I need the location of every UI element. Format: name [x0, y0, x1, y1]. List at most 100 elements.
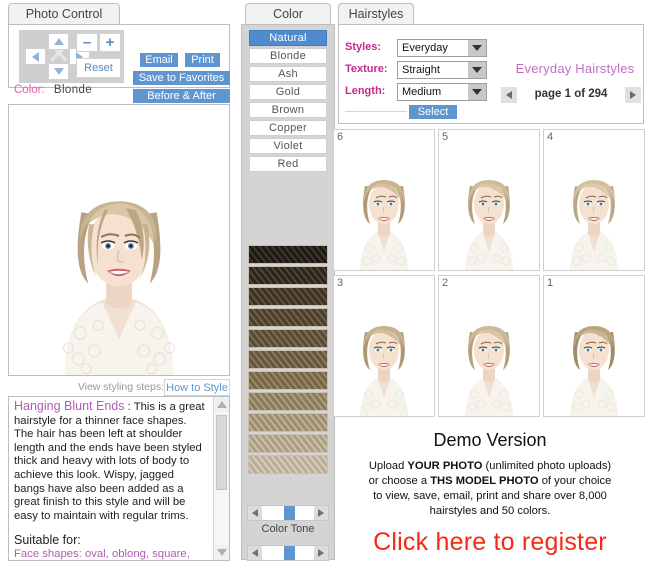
pagination: page 1 of 294 [501, 87, 641, 103]
thumbnail-number: 4 [547, 131, 553, 143]
hair-color-swatch-11[interactable] [248, 455, 328, 474]
styles-filter-select[interactable]: Everyday [397, 39, 487, 57]
hair-color-swatch-5[interactable] [248, 329, 328, 348]
color-category-label: Ash [278, 68, 298, 80]
styles-filter-value: Everyday [402, 42, 448, 54]
color-tone-track[interactable] [262, 506, 314, 520]
demo-line1-bold: YOUR PHOTO [407, 460, 482, 472]
tab-hairstyles[interactable]: Hairstyles [338, 3, 414, 24]
print-button[interactable]: Print [185, 53, 220, 67]
hairstyles-filter-panel: Styles: Everyday Texture: Straight Lengt… [338, 24, 644, 124]
tab-color-label: Color [273, 7, 303, 21]
styling-steps-bar: View styling steps: How to Style [8, 379, 230, 396]
pan-left-button[interactable] [25, 48, 46, 65]
demo-line1-post: (unlimited photo uploads) [482, 460, 611, 472]
hair-color-swatch-8[interactable] [248, 392, 328, 411]
scroll-down-icon[interactable] [214, 545, 229, 560]
pan-down-button[interactable] [48, 63, 69, 80]
description-scrollbar[interactable] [213, 397, 229, 560]
color-category-label: Natural [269, 32, 307, 44]
color-tone-thumb[interactable] [284, 506, 295, 520]
styles-filter-label: Styles: [345, 41, 395, 53]
color-category-violet[interactable]: Violet [249, 138, 327, 154]
demo-description: Upload YOUR PHOTO (unlimited photo uploa… [332, 459, 648, 519]
hair-color-swatch-1[interactable] [248, 245, 328, 264]
thumbnail-number: 5 [442, 131, 448, 143]
next-page-button[interactable] [625, 87, 641, 103]
chevron-down-icon[interactable] [468, 40, 486, 56]
hairstyle-thumbnail[interactable]: 5 [438, 129, 540, 271]
reset-button[interactable]: Reset [76, 58, 121, 78]
brightness-increase-icon[interactable] [314, 546, 328, 560]
category-title: Everyday Hairstyles [507, 61, 643, 76]
color-category-natural[interactable]: Natural [249, 30, 327, 46]
favorites-label: Save to Favorites [139, 72, 225, 84]
how-to-style-button[interactable]: How to Style [164, 379, 230, 396]
length-filter-label: Length: [345, 85, 395, 97]
hair-color-swatch-9[interactable] [248, 413, 328, 432]
color-tone-decrease-icon[interactable] [248, 506, 262, 520]
color-tone-increase-icon[interactable] [314, 506, 328, 520]
color-category-ash[interactable]: Ash [249, 66, 327, 82]
model-photo [9, 105, 229, 375]
length-filter-select[interactable]: Medium [397, 83, 487, 101]
tab-color[interactable]: Color [245, 3, 331, 24]
texture-filter-select[interactable]: Straight [397, 61, 487, 79]
scrollbar-thumb[interactable] [216, 415, 227, 490]
select-button[interactable]: Select [409, 105, 457, 119]
hair-color-swatch-6[interactable] [248, 350, 328, 369]
scroll-up-icon[interactable] [214, 397, 229, 412]
hairstyle-thumbnail[interactable]: 3 [333, 275, 435, 417]
style-description-title: Hanging Blunt Ends [14, 399, 125, 413]
hair-color-swatch-7[interactable] [248, 371, 328, 390]
thumbnail-number: 3 [337, 277, 343, 289]
chevron-down-icon[interactable] [468, 62, 486, 78]
photo-control-panel: ✕ – + Reset Email Print Save to Favorite… [8, 24, 230, 88]
color-category-brown[interactable]: Brown [249, 102, 327, 118]
demo-line2-pre: or choose a [369, 475, 431, 487]
previous-page-button[interactable] [501, 87, 517, 103]
color-category-list: Natural Blonde Ash Gold Brown Copper Violet Red [242, 30, 334, 174]
hairstyle-thumbnail[interactable]: 1 [543, 275, 645, 417]
color-category-blonde[interactable]: Blonde [249, 48, 327, 64]
color-category-copper[interactable]: Copper [249, 120, 327, 136]
texture-filter-value: Straight [402, 64, 440, 76]
tab-photo-control-label: Photo Control [26, 7, 102, 21]
hair-color-swatch-10[interactable] [248, 434, 328, 453]
style-description-body: This is a great hairstyle for a thinner … [14, 401, 205, 522]
color-category-gold[interactable]: Gold [249, 84, 327, 100]
hairstyle-thumbnail-grid: 65 4 3 2 1 [332, 129, 649, 421]
save-to-favorites-button[interactable]: Save to Favorites [133, 71, 230, 85]
current-color-value: Blonde [54, 84, 92, 96]
print-label: Print [191, 54, 214, 66]
brightness-thumb[interactable] [284, 546, 295, 560]
hairstyle-thumbnail[interactable]: 2 [438, 275, 540, 417]
thumbnail-number: 2 [442, 277, 448, 289]
brightness-decrease-icon[interactable] [248, 546, 262, 560]
thumbnail-number: 1 [547, 277, 553, 289]
hair-color-swatch-3[interactable] [248, 287, 328, 306]
color-tone-slider-group: Color Tone [247, 505, 329, 535]
zoom-in-button[interactable]: + [99, 33, 121, 52]
brightness-slider[interactable] [247, 545, 329, 561]
hair-color-swatch-4[interactable] [248, 308, 328, 327]
hairstyle-thumbnail[interactable]: 6 [333, 129, 435, 271]
register-link[interactable]: Click here to register [332, 528, 648, 557]
hair-color-swatch-2[interactable] [248, 266, 328, 285]
tab-hairstyles-label: Hairstyles [349, 7, 404, 21]
chevron-down-icon[interactable] [468, 84, 486, 100]
hairstyle-thumbnail-image [544, 276, 644, 416]
demo-version-block: Demo Version Upload YOUR PHOTO (unlimite… [332, 428, 648, 560]
color-tone-slider[interactable] [247, 505, 329, 521]
zoom-out-button[interactable]: – [76, 33, 98, 52]
color-category-red[interactable]: Red [249, 156, 327, 172]
main-photo-frame[interactable] [8, 104, 230, 376]
email-button[interactable]: Email [140, 53, 178, 67]
hairstyle-thumbnail[interactable]: 4 [543, 129, 645, 271]
hairstyle-thumbnail-image [439, 130, 539, 270]
pan-up-button[interactable] [48, 33, 69, 50]
brightness-track[interactable] [262, 546, 314, 560]
demo-title: Demo Version [332, 430, 648, 451]
tab-photo-control[interactable]: Photo Control [8, 3, 120, 24]
current-color-key: Color: [14, 84, 45, 96]
